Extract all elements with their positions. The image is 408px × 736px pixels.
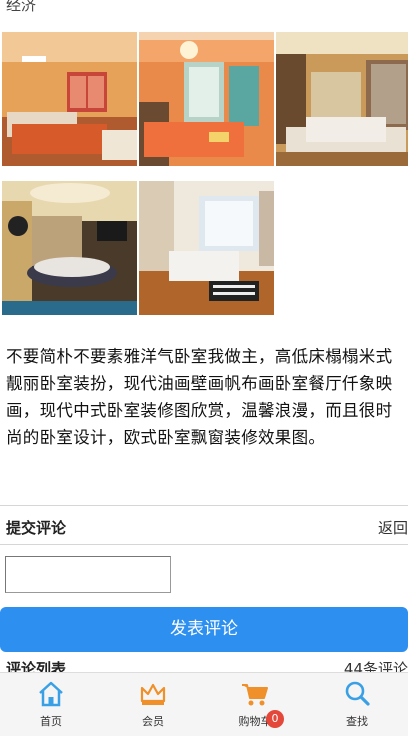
submit-comment-title: 提交评论 [6, 519, 67, 537]
back-link[interactable]: 返回 [378, 517, 408, 538]
top-text-fragment: 经济 [0, 0, 408, 32]
crown-icon [140, 683, 166, 705]
comment-input[interactable] [5, 556, 171, 593]
tab-search-label: 查找 [346, 715, 368, 728]
section-divider [0, 544, 408, 545]
bedroom-photo-4 [2, 181, 137, 315]
home-icon [39, 681, 63, 707]
bedroom-photo-1 [2, 32, 137, 166]
gallery-image-5[interactable] [139, 181, 274, 315]
tab-home[interactable]: 首页 [0, 673, 102, 736]
tab-cart[interactable]: 购物车 0 [204, 673, 306, 736]
bedroom-photo-3 [276, 32, 408, 166]
gallery-image-3[interactable] [276, 32, 408, 166]
gallery-image-1[interactable] [2, 32, 137, 166]
tab-member-label: 会员 [142, 715, 164, 728]
tab-member[interactable]: 会员 [102, 673, 204, 736]
article-description: 不要简朴不要素雅洋气卧室我做主，高低床榻榻米式靓丽卧室装扮，现代油画壁画帆布画卧… [6, 347, 393, 447]
gallery-image-2[interactable] [139, 32, 274, 166]
section-divider [0, 505, 408, 506]
bottom-tab-bar: 首页 会员 购物车 0 查找 [0, 672, 408, 736]
gallery-image-4[interactable] [2, 181, 137, 315]
tab-cart-label: 购物车 [238, 715, 272, 728]
cart-count-badge: 0 [266, 710, 284, 728]
search-icon [345, 681, 370, 706]
tab-search[interactable]: 查找 [306, 673, 408, 736]
cut-off-text: 经济 [6, 0, 37, 14]
bedroom-photo-2 [139, 32, 274, 166]
bedroom-photo-5 [139, 181, 274, 315]
cart-icon [242, 684, 268, 706]
submit-comment-button[interactable]: 发表评论 [0, 607, 408, 652]
tab-home-label: 首页 [40, 715, 62, 728]
comment-header: 提交评论 返回 [0, 509, 408, 545]
